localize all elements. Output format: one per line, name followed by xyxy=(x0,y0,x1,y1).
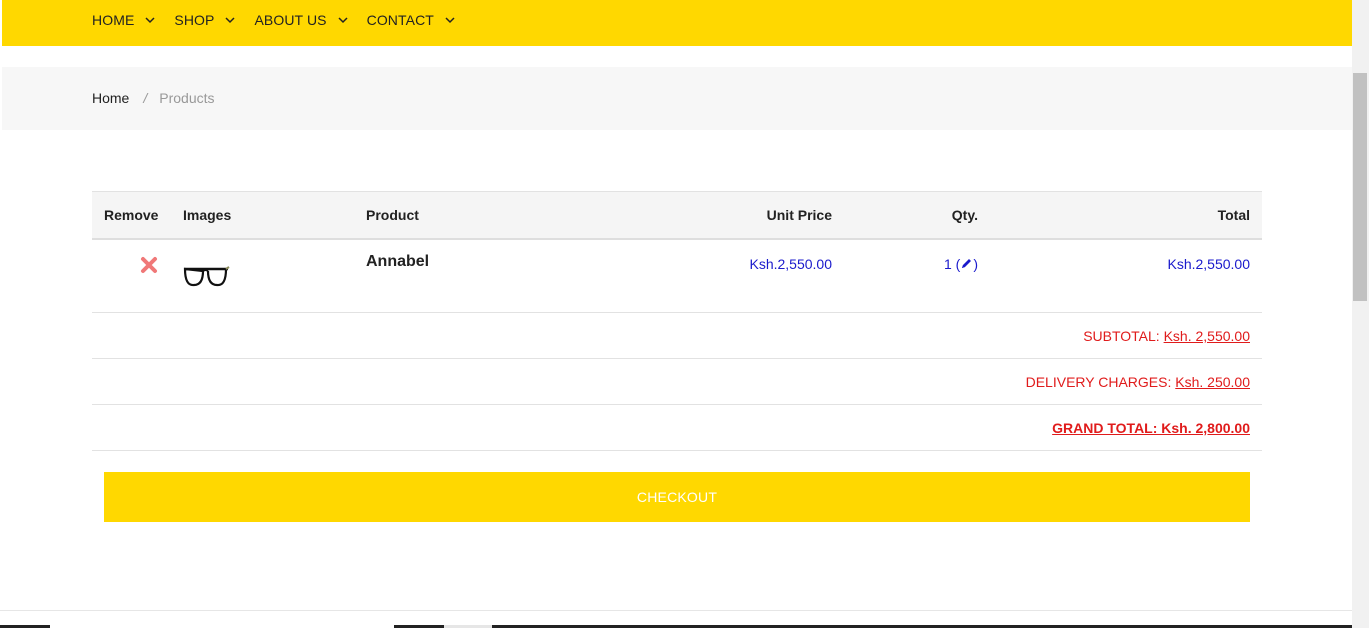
cart-table-header: Remove Images Product Unit Price Qty. To… xyxy=(92,191,1262,240)
line-total: Ksh.2,550.00 xyxy=(1167,256,1250,272)
product-name[interactable]: Annabel xyxy=(366,253,429,271)
table-row: Annabel Ksh.2,550.00 1 () Ksh.2,550.00 xyxy=(92,240,1262,313)
main-nav: HOME SHOP ABOUT US CONTACT xyxy=(92,12,474,28)
header-images: Images xyxy=(183,207,232,223)
page: HOME SHOP ABOUT US CONTACT Home / Produc… xyxy=(0,0,1369,628)
footer-divider xyxy=(0,610,1352,611)
subtotal-row: SUBTOTAL: Ksh. 2,550.00 xyxy=(92,313,1262,359)
breadcrumb-current: Products xyxy=(159,90,215,106)
cart-table: Remove Images Product Unit Price Qty. To… xyxy=(92,191,1262,451)
chevron-down-icon xyxy=(445,17,455,24)
delivery-row: DELIVERY CHARGES: Ksh. 250.00 xyxy=(92,359,1262,405)
eyeglasses-icon xyxy=(183,266,230,287)
breadcrumb-home-link[interactable]: Home xyxy=(92,90,129,106)
checkout-button[interactable]: CHECKOUT xyxy=(104,472,1250,522)
subtotal: SUBTOTAL: Ksh. 2,550.00 xyxy=(1083,328,1250,344)
header-product: Product xyxy=(366,207,419,223)
breadcrumb-separator: / xyxy=(143,90,148,106)
subtotal-label: SUBTOTAL: xyxy=(1083,328,1160,344)
delivery-value: Ksh. 250.00 xyxy=(1175,374,1250,390)
breadcrumb: Home / Products xyxy=(92,90,215,106)
delivery-charges: DELIVERY CHARGES: Ksh. 250.00 xyxy=(1026,374,1250,390)
delivery-label: DELIVERY CHARGES: xyxy=(1025,374,1172,390)
chevron-down-icon xyxy=(225,17,236,24)
chevron-down-icon xyxy=(338,17,348,24)
nav-item-contact[interactable]: CONTACT xyxy=(367,12,456,28)
close-icon[interactable] xyxy=(140,256,158,274)
qty-paren-close: ) xyxy=(973,256,978,272)
nav-item-label: HOME xyxy=(92,12,135,28)
chevron-down-icon xyxy=(145,17,155,24)
subtotal-value: Ksh. 2,550.00 xyxy=(1163,328,1250,344)
qty-value: 1 xyxy=(943,256,952,272)
qty-control[interactable]: 1 () xyxy=(944,256,978,272)
unit-price: Ksh.2,550.00 xyxy=(749,256,832,272)
header-total: Total xyxy=(1217,207,1250,223)
nav-item-label: ABOUT US xyxy=(254,12,327,28)
header-qty: Qty. xyxy=(951,207,978,223)
nav-item-label: CONTACT xyxy=(366,12,434,28)
header-remove: Remove xyxy=(104,207,159,223)
top-nav-bar: HOME SHOP ABOUT US CONTACT xyxy=(2,0,1352,46)
grand-total: GRAND TOTAL: Ksh. 2,800.00 xyxy=(1052,420,1250,436)
breadcrumb-bar: Home / Products xyxy=(2,67,1352,130)
nav-item-home[interactable]: HOME xyxy=(92,12,156,28)
scrollbar-thumb[interactable] xyxy=(1353,73,1367,301)
nav-item-shop[interactable]: SHOP xyxy=(174,12,236,28)
pencil-icon[interactable] xyxy=(960,257,973,270)
nav-item-about-us[interactable]: ABOUT US xyxy=(254,12,348,28)
header-unit-price: Unit Price xyxy=(766,207,832,223)
nav-item-label: SHOP xyxy=(174,12,215,28)
grand-total-row: GRAND TOTAL: Ksh. 2,800.00 xyxy=(92,405,1262,451)
